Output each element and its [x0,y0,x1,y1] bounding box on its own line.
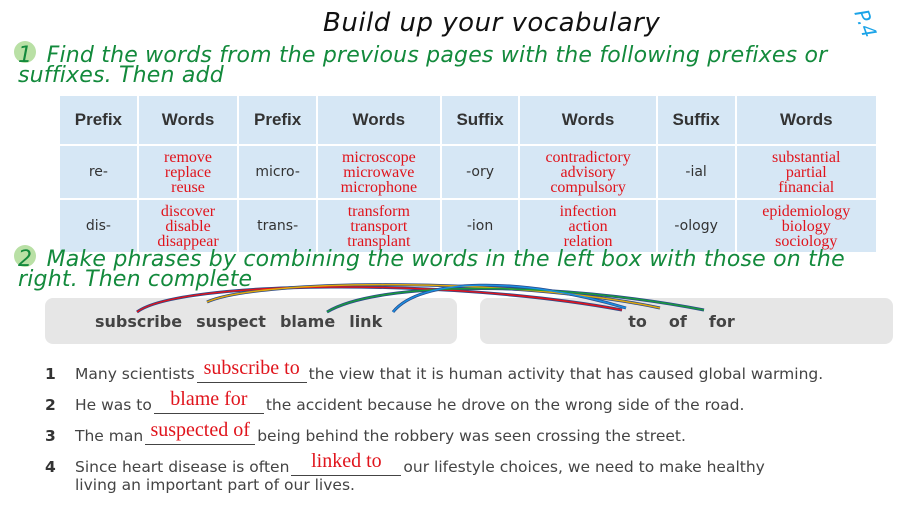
answer-blank[interactable]: blame for [153,388,264,414]
words-cell: contradictory advisory compulsory [518,144,658,200]
words-cell: discover disable disappear [136,198,240,254]
sentence-list: 1 Many scientists subscribe to the view tha… [45,352,905,498]
sentence-number: 3 [45,427,56,445]
answer-word: biology [781,217,831,235]
sentence-before: Many scientists [75,365,195,383]
sentence-number: 1 [45,365,56,383]
affix-cell: trans- [237,198,319,254]
answer-blank[interactable]: linked to [291,450,402,476]
answer-word: replace [164,163,212,181]
affix-cell: -ial [655,144,737,200]
answer-word: epidemiology [762,202,851,220]
section1-number: 1 [14,41,36,68]
sentence-item: 1 Many scientists subscribe to the view tha… [45,352,905,383]
answer-word: transport [350,217,408,235]
section2-number: 2 [14,245,36,272]
answer-word: disable [165,217,211,235]
sentence-item: 4 Since heart disease is often linked to ou… [45,445,905,476]
affix-cell: dis- [58,198,139,254]
word-to: to [628,311,647,331]
answer-word: transform [347,202,410,220]
sentence-item: 3 The man suspected of being behind the rob… [45,414,905,445]
section2-instruction: 2 Make phrases by combining the words in… [14,245,898,292]
words-cell: substantial partial financial [734,144,878,200]
word-of: of [668,311,687,331]
header-suffix-1: Suffix [439,94,521,146]
answer-word: microwave [343,163,415,181]
answer-word: microscope [341,148,416,166]
answer-word: contradictory [545,148,631,166]
answer-word: advisory [560,163,616,181]
answer-word: substantial [772,148,841,166]
words-cell: remove replace reuse [136,144,240,200]
table-row: re-remove replace reuse micro-microscope mic… [58,144,878,200]
word-subscribe: subscribe [95,311,183,331]
left-word-box: subscribe suspect blame link [45,298,457,344]
header-words-2: Words [316,94,442,146]
header-suffix-2: Suffix [655,94,737,146]
affix-cell: re- [58,144,139,200]
sentence-number: 2 [45,396,56,414]
affix-cell: -ory [439,144,521,200]
answer-word: financial [778,178,835,196]
sentence-after: the view that it is human activity that … [308,365,824,383]
sentence-number: 4 [45,458,56,476]
answer-word: remove [164,148,212,166]
words-cell: microscope microwave microphone [316,144,442,200]
sentence-after: the accident because he drove on the wro… [265,396,745,414]
word-blame: blame [279,311,336,331]
answer-word: microphone [340,178,418,196]
answer-word: partial [785,163,827,181]
section1-instruction-text: Find the words from the previous pages w… [18,43,828,88]
sentence-before: The man [75,427,144,445]
answer-text: linked to [311,450,382,472]
word-suspect: suspect [196,311,266,331]
answer-blank[interactable]: subscribe to [196,357,307,383]
section2-instruction-text: Make phrases by combining the words in t… [18,247,845,292]
sentence-continuation: living an important part of our lives. [75,476,355,494]
header-words-1: Words [136,94,240,146]
answer-text: suspected of [150,419,250,441]
answer-word: reuse [171,178,205,196]
section1-instruction: 1 Find the words from the previous pages… [14,41,898,88]
sentence-before: He was to [75,396,152,414]
sentence-before: Since heart disease is often [75,458,290,476]
word-link: link [349,311,383,331]
page-marker: P.4 [849,6,882,41]
sentence-item: 2 He was to blame for the accident because … [45,383,905,414]
answer-text: subscribe to [203,357,300,379]
words-cell: transform transport transplant [316,198,442,254]
vocab-table: Prefix Words Prefix Words Suffix Words S… [58,94,878,254]
sentence-after: our lifestyle choices, we need to make h… [403,458,765,476]
answer-word: compulsory [550,178,626,196]
header-words-4: Words [734,94,878,146]
word-for: for [708,311,735,331]
affix-cell: -ology [655,198,737,254]
answer-blank[interactable]: suspected of [145,419,256,445]
table-row: dis-discover disable disappear trans-transf… [58,198,878,254]
affix-cell: micro- [237,144,319,200]
words-cell: infection action relation [518,198,658,254]
header-words-3: Words [518,94,658,146]
words-cell: epidemiology biology sociology [734,198,878,254]
answer-text: blame for [170,388,248,410]
right-word-box: to of for [480,298,893,344]
header-prefix-2: Prefix [237,94,319,146]
section1-number-text: 1 [18,43,33,68]
header-prefix-1: Prefix [58,94,139,146]
sentence-after: being behind the robbery was seen crossi… [257,427,686,445]
answer-word: infection [559,202,617,220]
table-header-row: Prefix Words Prefix Words Suffix Words S… [58,94,878,146]
page-title: Build up your vocabulary [323,8,661,38]
answer-word: discover [160,202,216,220]
affix-cell: -ion [439,198,521,254]
answer-word: action [568,217,608,235]
section2-number-text: 2 [18,247,33,272]
